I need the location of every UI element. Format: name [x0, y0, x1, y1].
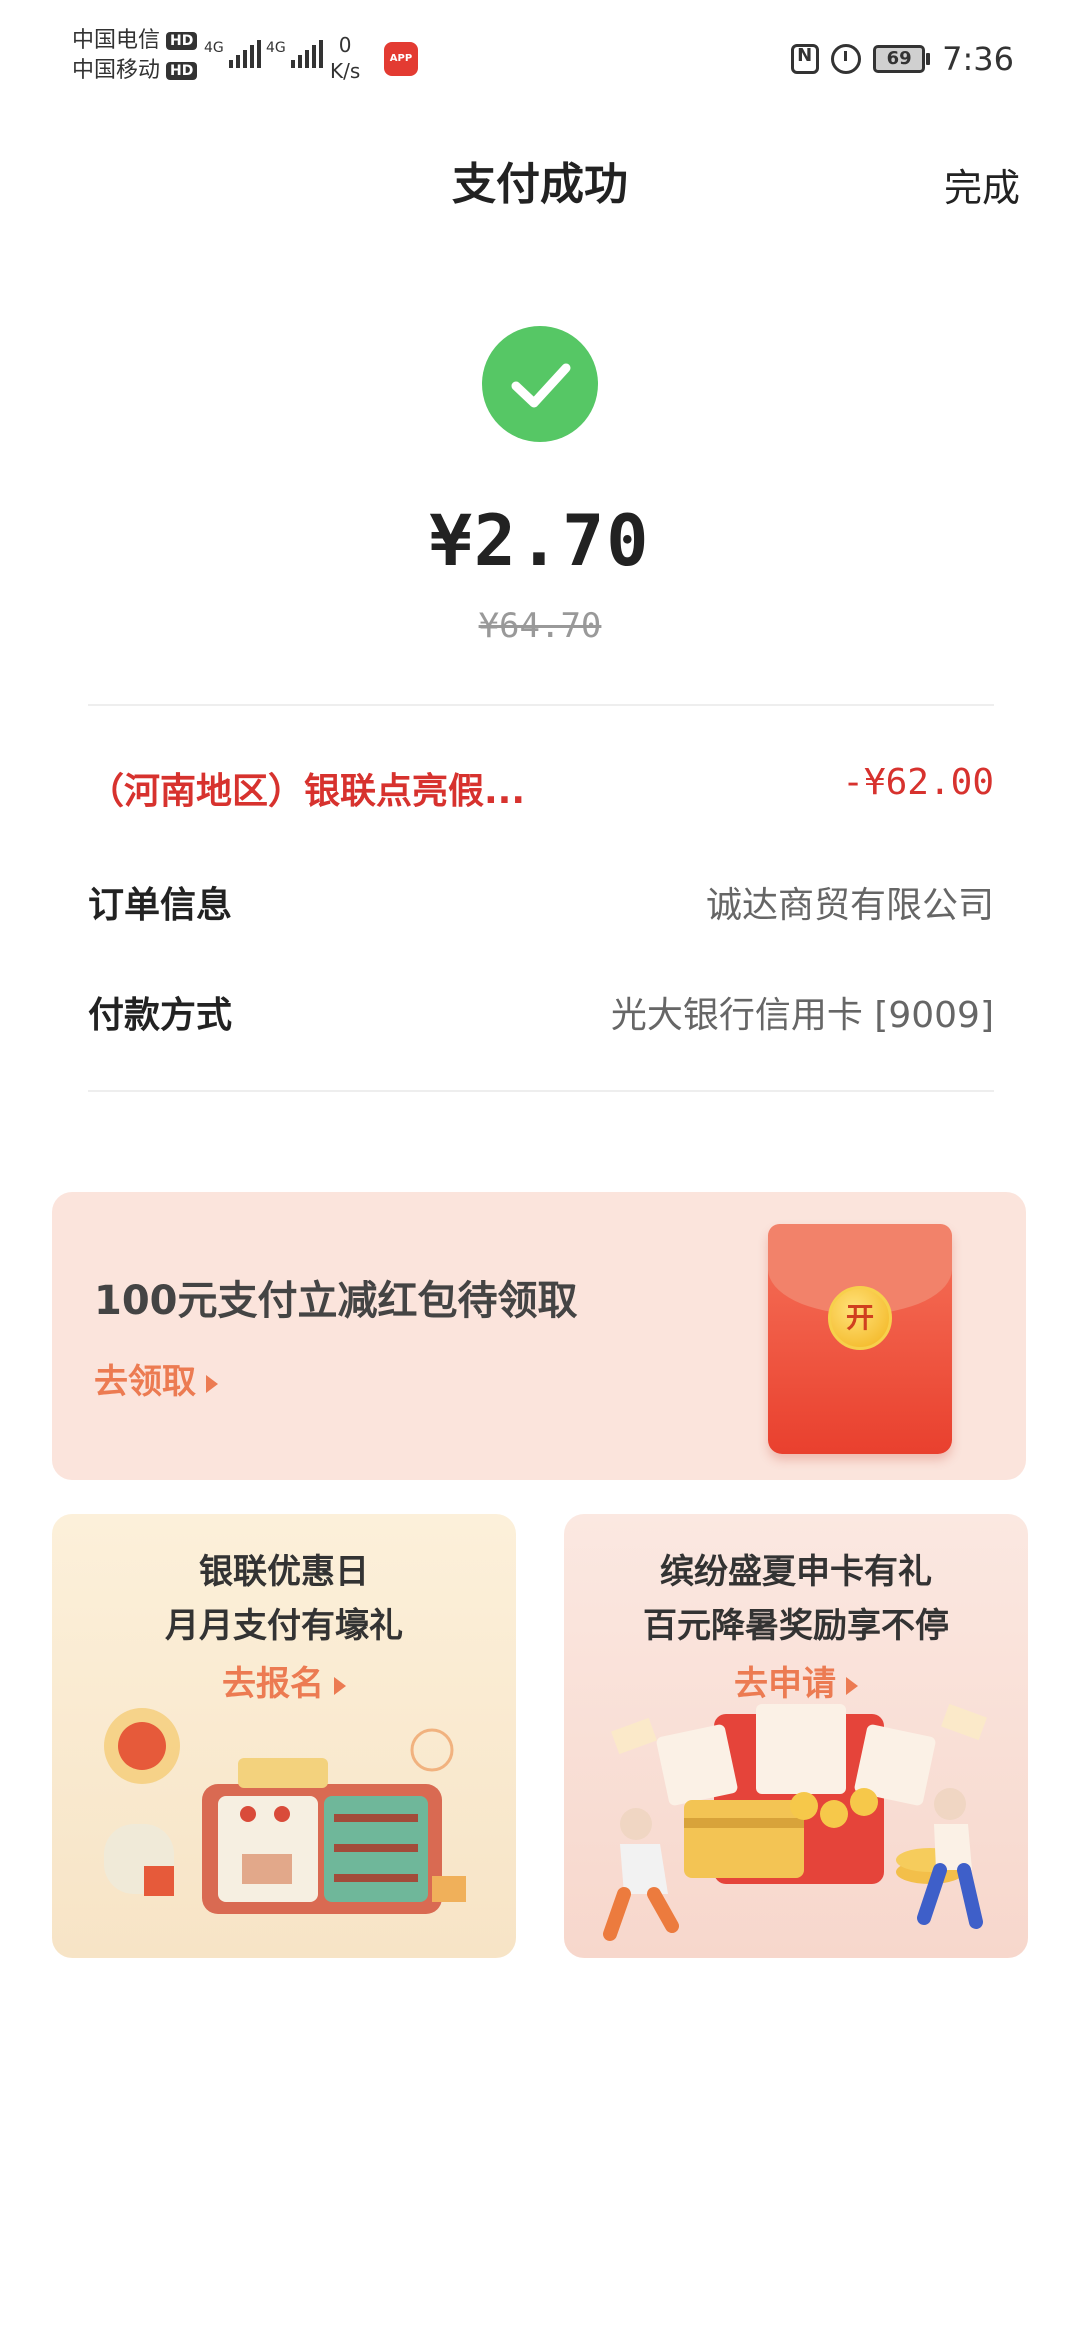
red-packet-banner[interactable]: 100元支付立减红包待领取 去领取 开 [52, 1192, 1026, 1480]
merchant-name: 诚达商贸有限公司 [705, 885, 994, 926]
status-bar: 中国电信 HD 中国移动 HD 4G 4G 0 K/s APP 69 7:36 [0, 0, 1080, 110]
order-info-row: 订单信息 诚达商贸有限公司 [88, 876, 994, 936]
signal-icon: 4G [266, 40, 323, 68]
signal-icon: 4G [204, 40, 261, 68]
status-icons: 69 7:36 [791, 40, 1014, 78]
carrier-mobile: 中国移动 [72, 58, 161, 83]
discount-value: -¥62.00 [842, 762, 994, 803]
card-application-card[interactable]: 缤纷盛夏申卡有礼 百元降暑奖励享不停 去申请 [564, 1514, 1028, 1958]
page-title: 支付成功 [452, 159, 628, 210]
unionpay-day-card[interactable]: 银联优惠日 月月支付有壕礼 去报名 [52, 1514, 516, 1958]
carrier-telecom: 中国电信 [72, 28, 161, 53]
success-check-icon [482, 326, 598, 442]
payment-method-label: 付款方式 [88, 995, 233, 1036]
battery-icon: 69 [873, 45, 931, 73]
open-coin-icon: 开 [828, 1286, 892, 1350]
alarm-icon [831, 44, 862, 74]
card-subtitle: 百元降暑奖励享不停 [643, 1606, 949, 1646]
card-subtitle: 月月支付有壕礼 [165, 1606, 403, 1646]
divider [88, 1090, 994, 1092]
payment-method-row: 付款方式 光大银行信用卡 [9009] [88, 986, 994, 1046]
app-notification-icon: APP [384, 42, 418, 76]
arrow-right-icon [206, 1374, 218, 1393]
arrow-right-icon [846, 1676, 858, 1695]
clock-time: 7:36 [942, 40, 1014, 78]
red-envelope-icon: 开 [768, 1224, 952, 1454]
nfc-icon [791, 44, 820, 74]
original-amount: ¥64.70 [478, 606, 602, 646]
carrier-info: 中国电信 HD 中国移动 HD [72, 26, 198, 86]
paid-amount: ¥2.70 [429, 500, 651, 582]
discount-label: （河南地区）银联点亮假... [88, 771, 526, 812]
register-link[interactable]: 去报名 [52, 1656, 516, 1705]
discount-row[interactable]: （河南地区）银联点亮假... -¥62.00 [88, 762, 994, 822]
arrow-right-icon [334, 1676, 346, 1695]
hd-badge: HD [166, 32, 198, 50]
payment-method-value: 光大银行信用卡 [9009] [610, 995, 994, 1036]
card-title: 银联优惠日 [199, 1552, 369, 1592]
network-speed: 0 K/s [330, 33, 361, 83]
card-title: 缤纷盛夏申卡有礼 [660, 1552, 932, 1592]
claim-link[interactable]: 去领取 [94, 1354, 218, 1403]
order-info-label: 订单信息 [88, 885, 233, 926]
divider [88, 704, 994, 706]
banner-title: 100元支付立减红包待领取 [94, 1278, 578, 1324]
apply-link[interactable]: 去申请 [564, 1656, 1028, 1705]
done-button[interactable]: 完成 [944, 157, 1020, 212]
hd-badge: HD [166, 62, 198, 80]
